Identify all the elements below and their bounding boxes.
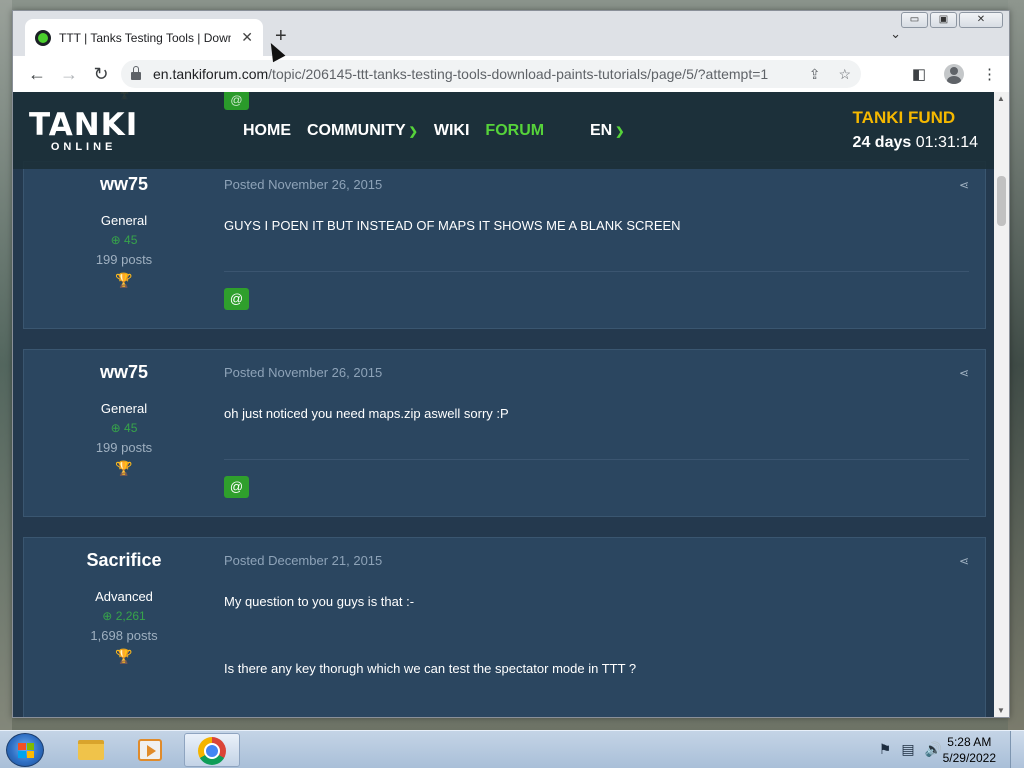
address-bar[interactable]: en.tankiforum.com/topic/206145-ttt-tanks… [121,60,861,88]
scroll-down-icon[interactable]: ▼ [997,706,1005,715]
forward-icon[interactable]: → [55,64,83,85]
share-icon[interactable]: ⋖ [959,178,969,192]
author-name[interactable]: ww75 [24,174,224,195]
share-icon[interactable]: ⋖ [959,554,969,568]
maximize-button[interactable]: ▣ [930,12,957,28]
minimize-button[interactable]: ▭ [901,12,928,28]
chevron-down-icon: ❯ [615,126,625,138]
share-icon[interactable]: ⋖ [959,366,969,380]
chevron-down-icon: ❯ [408,126,418,138]
chrome-taskbar-icon[interactable] [184,733,240,767]
profile-avatar-icon[interactable] [944,64,964,84]
tab-strip: TTT | Tanks Testing Tools | Downl ✕ + ⌄ … [13,11,1009,56]
scroll-up-icon[interactable]: ▲ [997,94,1005,103]
scroll-thumb[interactable] [997,176,1006,226]
desktop-edge-left [0,0,12,730]
windows-taskbar: ⚑ ▤ 🔊 5:28 AM 5/29/2022 [0,730,1024,768]
back-icon[interactable]: ← [23,64,51,85]
trophy-icon: 🏆 [115,272,133,288]
media-player-taskbar-icon[interactable] [122,733,178,767]
post-body: Posted December 21, 2015 ⋖ My question t… [224,538,969,676]
fund-timer: 24 days 01:31:14 [852,134,978,151]
post-text: My question to you guys is that :- [224,594,415,609]
reputation-badge: ⊕ 2,261 [102,609,146,623]
language-selector[interactable]: EN ❯ [590,122,624,140]
main-nav: HOME COMMUNITY ❯ WIKI FORUM [243,122,544,140]
author-rank: General [100,213,148,228]
post-divider [224,459,969,460]
tab-title: TTT | Tanks Testing Tools | Downl [59,30,231,45]
author-rank: General [100,401,148,416]
post-date[interactable]: Posted December 21, 2015 [224,553,969,568]
lock-icon[interactable] [131,66,141,80]
volume-icon[interactable]: 🔊 [925,741,942,758]
nav-wiki[interactable]: WIKI [434,122,470,140]
nav-community[interactable]: COMMUNITY ❯ [307,122,418,140]
nav-home[interactable]: HOME [243,122,291,140]
browser-window: TTT | Tanks Testing Tools | Downl ✕ + ⌄ … [12,10,1010,718]
menu-kebab-icon[interactable]: ⋮ [982,65,997,83]
desktop-edge-right [1008,0,1024,730]
author-post-count: 199 posts [95,440,153,455]
post-body: Posted November 26, 2015 ⋖ GUYS I POEN I… [224,162,969,310]
url-text[interactable]: en.tankiforum.com/topic/206145-ttt-tanks… [153,66,768,82]
page-scrollbar[interactable]: ▲ ▼ [994,92,1009,717]
tanki-fund[interactable]: TANKI FUND 24 days 01:31:14 [853,108,978,152]
reputation-badge: ⊕ 45 [110,421,138,435]
mention-button[interactable]: @ [224,92,249,110]
show-desktop-button[interactable] [1010,731,1024,768]
system-tray: ⚑ ▤ 🔊 [879,741,942,758]
browser-toolbar: ← → ↻ en.tankiforum.com/topic/206145-ttt… [13,56,1009,92]
post-body: Posted November 26, 2015 ⋖ oh just notic… [224,350,969,498]
post-divider [224,271,969,272]
share-page-icon[interactable]: ⇪ [809,66,821,83]
network-icon[interactable]: ▤ [901,741,914,758]
explorer-taskbar-icon[interactable] [62,733,118,767]
trophy-icon: 🏆 [115,460,133,476]
mention-button[interactable]: @ [224,476,249,498]
browser-tab[interactable]: TTT | Tanks Testing Tools | Downl ✕ [25,19,263,56]
author-name[interactable]: Sacrifice [24,550,224,571]
post-text: Is there any key thorugh which we can te… [224,661,637,676]
post-text: GUYS I POEN IT BUT INSTEAD OF MAPS IT SH… [224,218,681,233]
fund-title: TANKI FUND [852,108,956,127]
reload-icon[interactable]: ↻ [87,64,115,85]
post-author-panel: ww75 General ⊕ 45 199 posts 🏆 [24,162,224,289]
reputation-badge: ⊕ 45 [110,233,138,247]
plus-icon: ⊕ [110,233,121,247]
author-rank: Advanced [95,589,153,604]
taskbar-clock[interactable]: 5:28 AM 5/29/2022 [943,734,996,766]
author-post-count: 1,698 posts [90,628,158,643]
tanki-favicon-icon [35,29,51,46]
start-button[interactable] [6,733,44,767]
post-date[interactable]: Posted November 26, 2015 [224,177,969,192]
bookmark-star-icon[interactable]: ☆ [838,66,851,83]
author-post-count: 199 posts [95,252,153,267]
clock-time: 5:28 AM [947,735,992,749]
plus-icon: ⊕ [110,421,121,435]
post-author-panel: ww75 General ⊕ 45 199 posts 🏆 [24,350,224,477]
post-text: oh just noticed you need maps.zip aswell… [224,406,509,421]
window-controls: ▭ ▣ ✕ [901,12,1003,28]
post-author-panel: Sacrifice Advanced ⊕ 2,261 1,698 posts 🏆 [24,538,224,665]
tab-search-chevron-icon[interactable]: ⌄ [890,26,901,42]
close-window-button[interactable]: ✕ [959,12,1003,28]
action-center-flag-icon[interactable]: ⚑ [879,741,892,758]
forum-post: Sacrifice Advanced ⊕ 2,261 1,698 posts 🏆… [23,537,986,717]
mention-button[interactable]: @ [224,288,249,310]
forum-post: ww75 General ⊕ 45 199 posts 🏆 Posted Nov… [23,349,986,517]
page-viewport: 🏆 ww75 General ⊕ 45 199 posts 🏆 Posted N… [13,92,1009,717]
trophy-icon: 🏆 [115,648,133,664]
tab-close-icon[interactable]: ✕ [241,29,253,46]
post-date[interactable]: Posted November 26, 2015 [224,365,969,380]
author-name[interactable]: ww75 [24,362,224,383]
site-header: @ TANKI ONLINE HOME COMMUNITY ❯ WIKI FORU… [13,92,994,169]
clock-date: 5/29/2022 [942,751,996,765]
side-panel-icon[interactable]: ◧ [912,65,926,83]
plus-icon: ⊕ [102,609,113,623]
nav-forum[interactable]: FORUM [485,122,544,140]
forum-post: ww75 General ⊕ 45 199 posts 🏆 Posted Nov… [23,161,986,329]
tanki-logo[interactable]: TANKI ONLINE [29,110,138,154]
